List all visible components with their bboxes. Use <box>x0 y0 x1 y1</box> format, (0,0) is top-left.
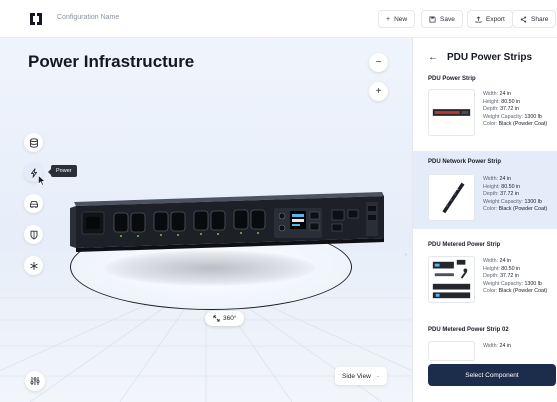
configuration-name[interactable]: Configuration Name <box>57 14 119 21</box>
spec-depth: 37.72 in <box>500 106 519 113</box>
component-specs: Width: 24 in Height: 80.50 in Depth: 37.… <box>483 91 547 129</box>
component-thumbnail <box>428 256 475 303</box>
spec-weight-label: Weight Capacity: <box>483 280 523 287</box>
spec-height-label: Height: <box>483 265 500 272</box>
spec-width: 24 in <box>499 91 512 97</box>
component-card-selected[interactable]: PDU Network Power Strip Width: 24 in Hei… <box>413 151 557 229</box>
spec-color-label: Color: <box>483 288 498 295</box>
spec-color: Black (Powder Coat) <box>498 121 548 128</box>
spec-width-label: Width: <box>483 91 499 97</box>
top-bar: Configuration Name + New Save Export Sha… <box>0 0 557 38</box>
sliders-icon <box>30 377 40 385</box>
panel-header: ← PDU Power Strips <box>428 52 532 63</box>
spec-height: 80.50 in <box>501 98 521 105</box>
spec-height-label: Height: <box>483 98 500 105</box>
pdu-device-model[interactable] <box>68 188 388 258</box>
car-icon[interactable] <box>24 194 43 213</box>
panel-collapse-handle[interactable]: › <box>405 252 412 264</box>
spec-depth: 37.72 in <box>500 273 519 280</box>
save-button-label: Save <box>440 15 455 23</box>
settings-sliders-button[interactable] <box>25 371 45 391</box>
spec-color: Black (Powder Coat) <box>498 206 548 213</box>
component-specs: Width: 24 in Height: 80.50 in Depth: 37.… <box>483 176 547 214</box>
viewport-3d[interactable]: Power Infrastructure − + Power 360° Side… <box>0 38 412 402</box>
component-name: PDU Metered Power Strip 02 <box>428 327 509 333</box>
spec-depth-label: Depth: <box>483 106 499 113</box>
spec-height: 80.50 in <box>501 265 521 272</box>
upload-icon <box>475 15 482 23</box>
page-title: Power Infrastructure <box>28 52 195 71</box>
component-name: PDU Metered Power Strip <box>428 242 501 248</box>
spec-width: 24 in <box>499 176 512 182</box>
spec-width-label: Width: <box>483 176 499 182</box>
component-card[interactable]: PDU Metered Power Strip Width: 24 in Hei… <box>413 235 557 315</box>
view-select-value: Side View <box>342 372 371 380</box>
export-button[interactable]: Export <box>467 10 513 28</box>
spec-depth-label: Depth: <box>483 191 499 198</box>
save-icon <box>429 15 436 23</box>
spec-width-label: Width: <box>483 343 499 349</box>
spec-weight-label: Weight Capacity: <box>483 113 523 120</box>
spec-weight: 1300 lb <box>524 198 542 205</box>
spec-depth: 37.72 in <box>500 191 519 198</box>
plus-icon: + <box>386 15 391 23</box>
back-arrow-icon[interactable]: ← <box>428 52 438 63</box>
save-button[interactable]: Save <box>421 10 463 28</box>
spec-height-label: Height: <box>483 183 500 190</box>
spec-width: 24 in <box>499 343 512 349</box>
share-icon <box>520 15 527 23</box>
select-component-button[interactable]: Select Component <box>428 364 556 386</box>
spec-color: Black (Powder Coat) <box>498 288 548 295</box>
power-tooltip: Power <box>48 165 77 177</box>
spec-color-label: Color: <box>483 121 498 128</box>
zoom-in-button[interactable]: + <box>369 82 388 101</box>
zoom-out-button[interactable]: − <box>369 53 388 72</box>
spec-color-label: Color: <box>483 206 498 213</box>
mouse-cursor-icon <box>38 175 46 186</box>
rotate-icon <box>213 315 220 322</box>
spec-weight-label: Weight Capacity: <box>483 198 523 205</box>
component-thumbnail <box>428 174 475 221</box>
snowflake-icon[interactable] <box>24 256 43 275</box>
new-button-label: New <box>394 15 408 23</box>
component-thumbnail <box>428 341 475 361</box>
view-select[interactable]: Side View ⌄ <box>335 367 387 385</box>
component-specs: Width: 24 in Height: 80.50 in Depth: 37.… <box>483 258 547 296</box>
share-button-label: Share <box>531 15 549 23</box>
spec-height: 80.50 in <box>501 183 521 190</box>
rotate-360-button[interactable]: 360° <box>205 311 245 326</box>
panel-title: PDU Power Strips <box>447 52 533 63</box>
share-button[interactable]: Share <box>512 10 557 28</box>
component-card[interactable]: PDU Power Strip Width: 24 in Height: 80.… <box>413 70 557 144</box>
export-button-label: Export <box>486 15 505 23</box>
component-card[interactable]: PDU Metered Power Strip 02 Width: 24 in <box>413 321 557 361</box>
component-name: PDU Power Strip <box>428 76 476 82</box>
spec-weight: 1300 lb <box>524 113 542 120</box>
spec-depth-label: Depth: <box>483 273 499 280</box>
spec-weight: 1300 lb <box>524 280 542 287</box>
spec-width-label: Width: <box>483 258 499 264</box>
spec-width: 24 in <box>499 258 512 264</box>
shield-icon[interactable] <box>24 225 43 244</box>
component-specs: Width: 24 in <box>483 343 511 351</box>
rotate-360-label: 360° <box>223 315 237 322</box>
database-icon[interactable] <box>24 133 43 152</box>
component-thumbnail <box>428 89 475 136</box>
component-name: PDU Network Power Strip <box>428 159 502 165</box>
component-panel: ← PDU Power Strips PDU Power Strip Width… <box>412 38 557 402</box>
new-button[interactable]: + New <box>378 10 416 28</box>
logo-icon <box>30 13 42 25</box>
chevron-down-icon: ⌄ <box>375 373 380 379</box>
